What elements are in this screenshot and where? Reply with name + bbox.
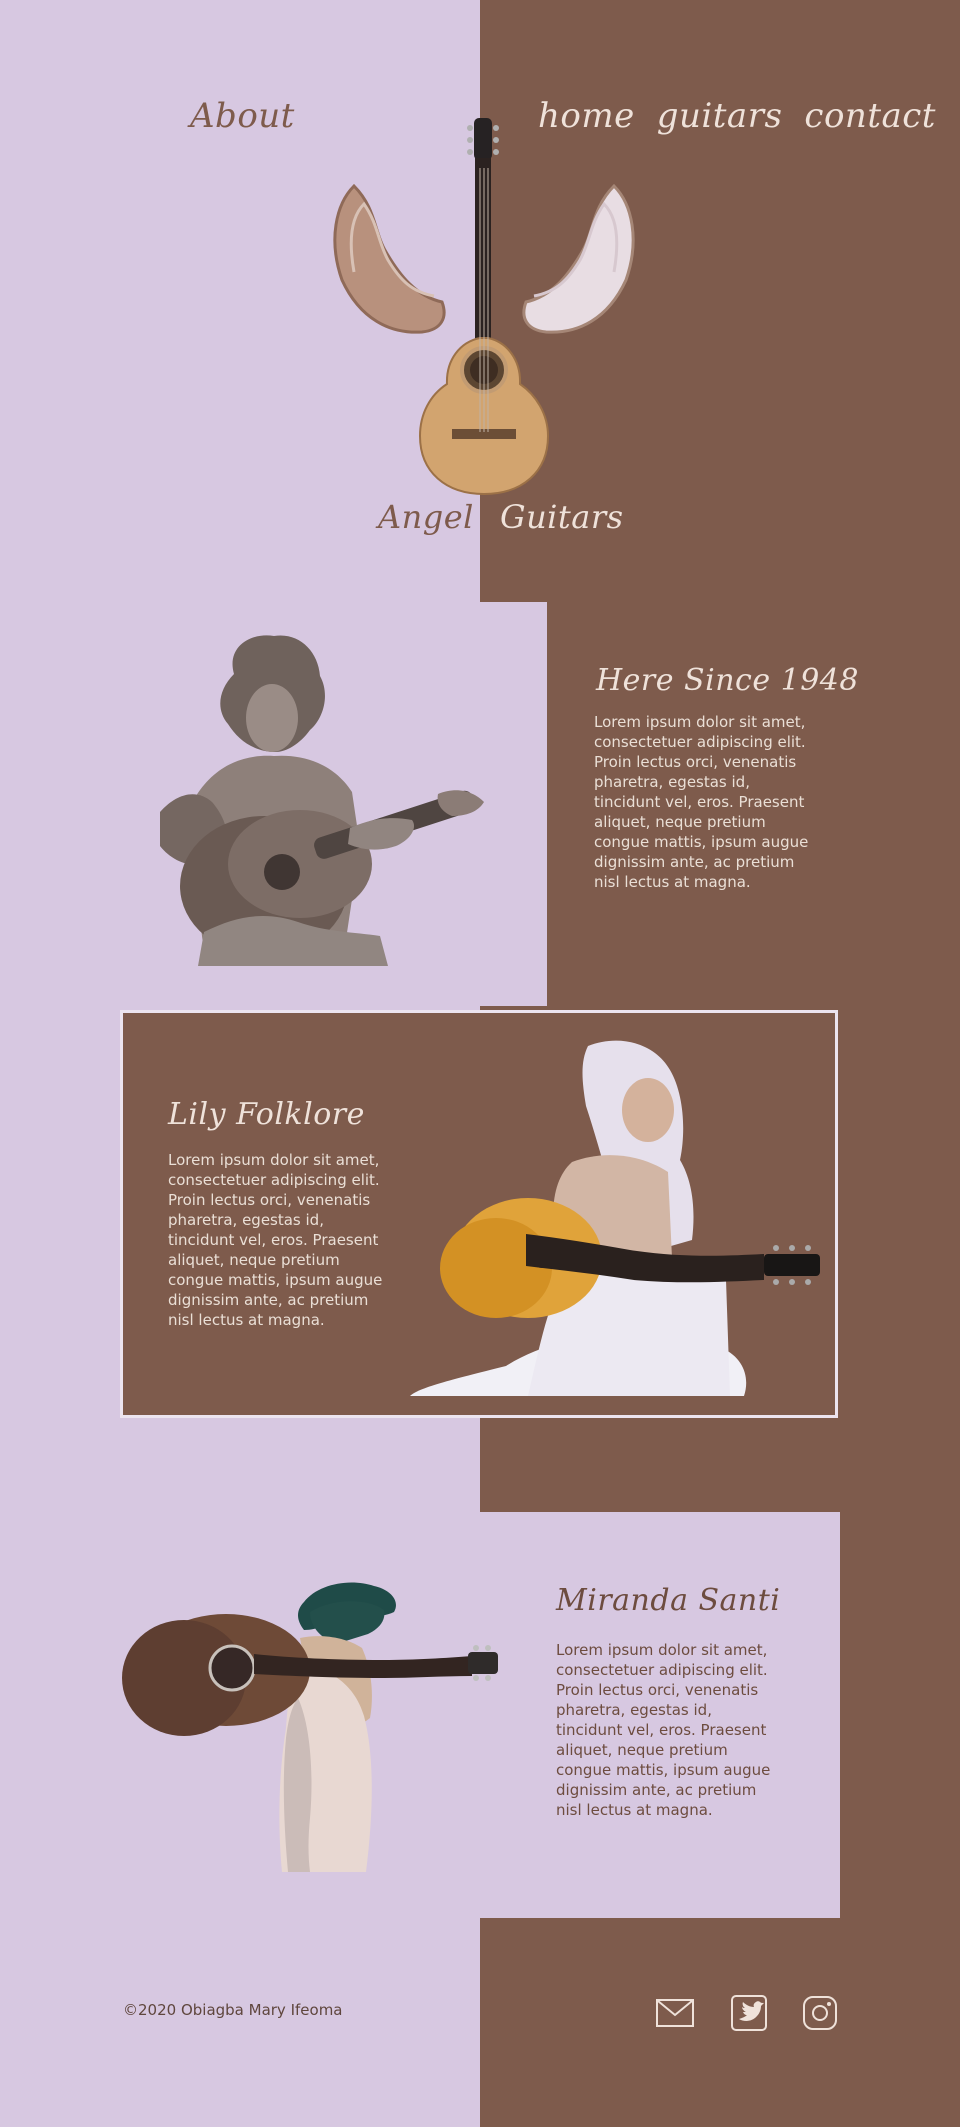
here-since-title: Here Since 1948 (596, 663, 859, 698)
nav-about-link[interactable]: About (190, 96, 295, 136)
nav-guitars-link[interactable]: guitars (657, 96, 783, 136)
mail-icon[interactable] (655, 1993, 695, 2033)
lily-title: Lily Folklore (168, 1097, 365, 1132)
instagram-icon[interactable] (800, 1993, 840, 2033)
twitter-icon[interactable] (729, 1993, 769, 2033)
footer-copyright: ©2020 Obiagba Mary Ifeoma (123, 2001, 343, 2019)
nav-contact-link[interactable]: contact (804, 96, 936, 136)
here-since-body: Lorem ipsum dolor sit amet, consectetuer… (594, 713, 809, 891)
winged-guitar-logo (330, 112, 638, 500)
guitarist-with-hat-image (122, 1578, 504, 1872)
curly-hair-guitarist-image (122, 632, 504, 966)
lily-body: Lorem ipsum dolor sit amet, consectetuer… (168, 1151, 383, 1329)
brand-guitars-text: Guitars (500, 498, 624, 536)
miranda-title: Miranda Santi (556, 1583, 781, 1618)
brand-angel-text: Angel (378, 498, 474, 536)
blonde-guitarist-image (410, 1034, 834, 1396)
miranda-body: Lorem ipsum dolor sit amet, consectetuer… (556, 1641, 771, 1819)
